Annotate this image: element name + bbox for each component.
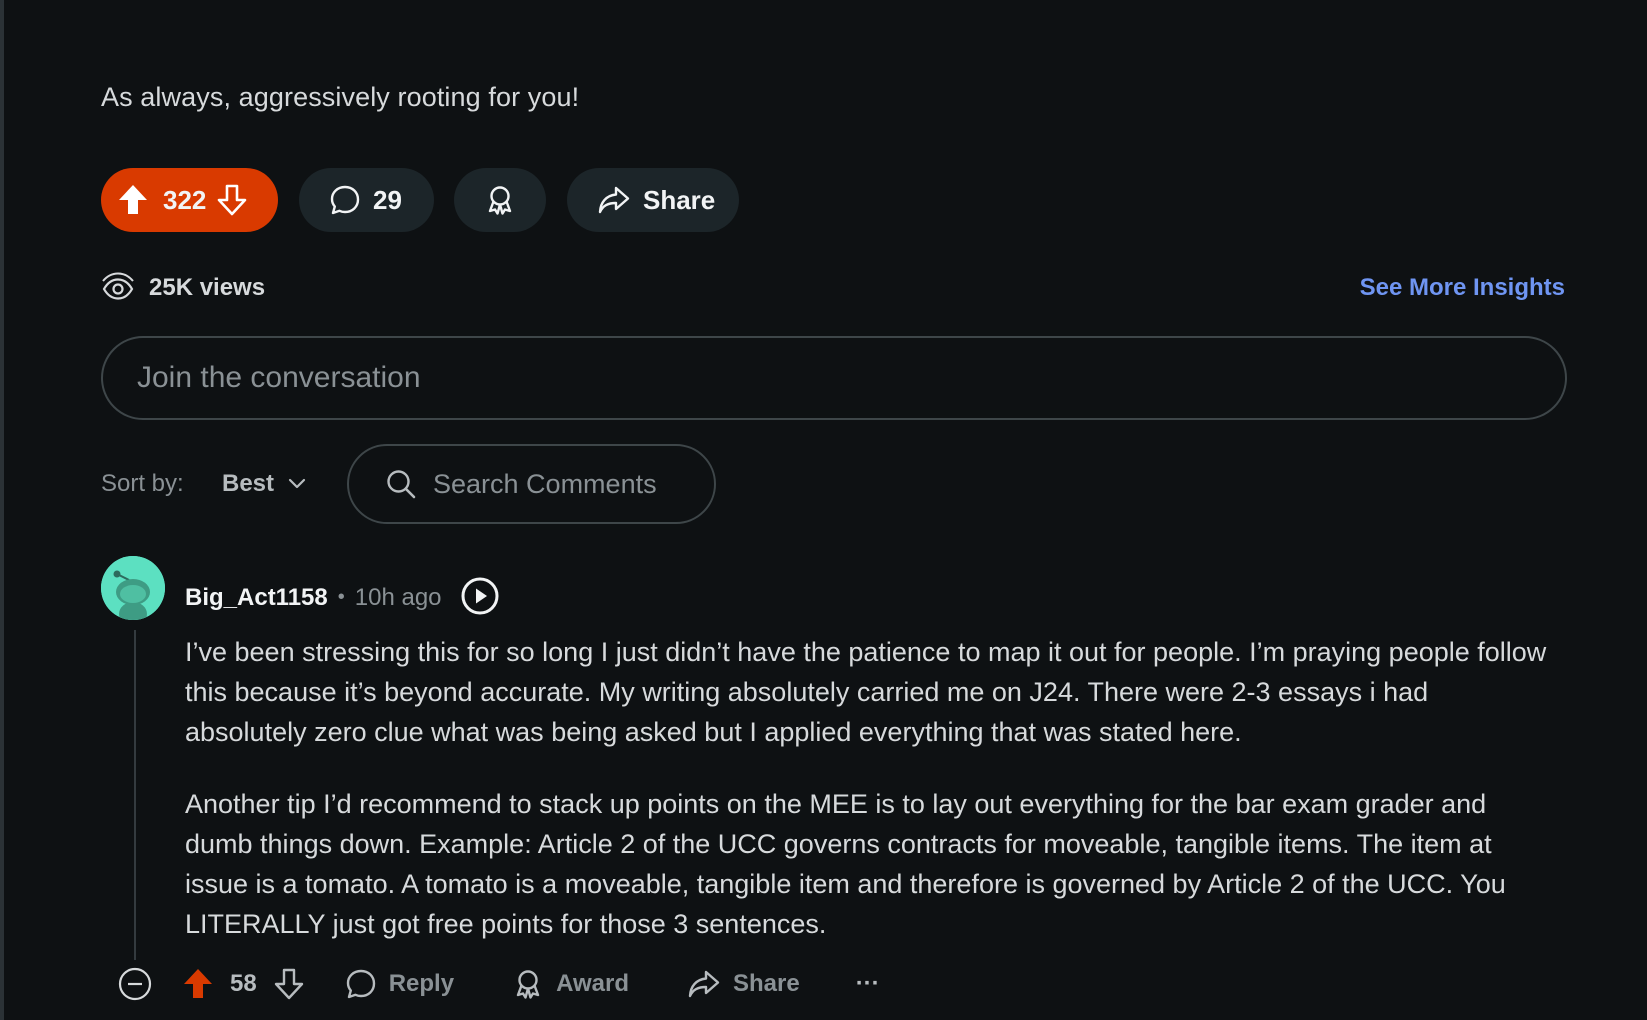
play-circle-icon [461,577,499,615]
comment-upvote-button[interactable] [182,967,214,1001]
downvote-button[interactable] [216,183,248,217]
chevron-down-icon [288,478,306,489]
share-comment-button[interactable]: Share [687,968,800,1000]
views-stat: 25K views [101,272,265,304]
downvote-arrow-icon [218,184,247,216]
search-comments-input[interactable]: Search Comments [347,444,716,524]
play-button[interactable] [460,576,500,623]
comments-button[interactable]: 29 [299,168,434,232]
search-comments-placeholder: Search Comments [433,468,657,499]
join-conversation-input[interactable]: Join the conversation [101,336,1567,420]
join-conversation-placeholder: Join the conversation [137,361,421,394]
comment-count: 29 [373,184,402,215]
sort-value: Best [222,470,275,497]
reply-label: Reply [388,970,455,997]
sort-by-label: Sort by: [101,470,184,497]
views-eye-icon [102,272,134,300]
award-icon [516,970,540,999]
comment-author[interactable]: Big_Act1158 [185,584,328,612]
comment-timestamp[interactable]: 10h ago [355,584,442,612]
upvote-button[interactable] [117,183,149,217]
comment-paragraph: I’ve been stressing this for so long I j… [185,637,1547,747]
award-label: Award [556,970,629,997]
meta-separator: • [337,586,345,608]
upvote-arrow-icon [184,969,212,998]
downvote-arrow-icon [274,968,303,1000]
comment-action-bar: 58 Reply Award Share ··· [118,964,880,1004]
post-page: As always, aggressively rooting for you!… [0,0,1647,1020]
award-comment-button[interactable]: Award [512,968,629,1000]
comment-downvote-button[interactable] [273,967,305,1001]
collapse-thread-button[interactable] [118,967,152,1001]
more-options-button[interactable]: ··· [856,970,880,998]
share-arrow-icon [598,186,630,214]
share-button[interactable]: Share [567,168,739,232]
upvote-arrow-icon [119,185,147,214]
views-count: 25K views [149,274,266,301]
snoo-avatar-icon [101,556,165,620]
award-button[interactable] [454,168,546,232]
share-label: Share [732,970,800,997]
comment-header: Big_Act1158 • 10h ago [185,572,500,623]
thread-line[interactable] [134,630,136,960]
award-icon [488,186,512,215]
sort-dropdown[interactable]: Best [222,470,306,498]
vote-control: 322 [101,168,278,232]
avatar[interactable] [101,556,165,620]
see-more-insights-link[interactable]: See More Insights [1360,274,1565,302]
post-body-text: As always, aggressively rooting for you! [101,82,580,112]
share-arrow-icon [688,970,720,998]
comment-bubble-icon [346,969,375,999]
comment-vote-count: 58 [230,970,257,997]
comment-body: I’ve been stressing this for so long I j… [185,632,1555,976]
search-icon [387,470,416,499]
vote-count: 322 [163,184,207,215]
comment-paragraph: Another tip I’d recommend to stack up po… [185,789,1506,939]
reply-button[interactable]: Reply [345,968,454,1000]
comment-bubble-icon [330,185,360,215]
share-label: Share [643,184,716,215]
more-options-label: ··· [855,970,880,997]
collapse-minus-icon [118,967,152,1001]
